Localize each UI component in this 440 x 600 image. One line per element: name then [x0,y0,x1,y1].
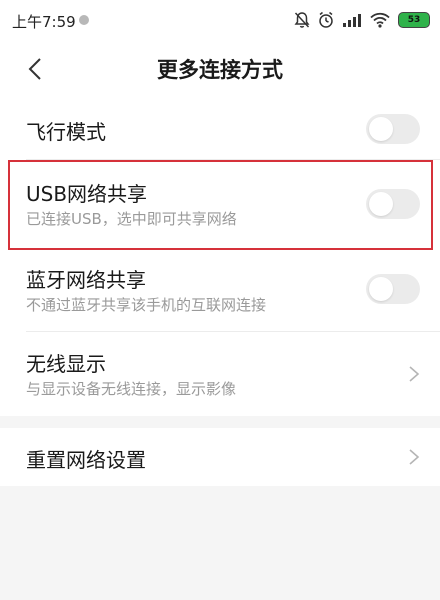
bluetooth-tethering-toggle[interactable] [366,274,420,304]
status-bar: 上午7:59 53 [0,0,440,40]
setting-bluetooth-tethering[interactable]: 蓝牙网络共享 不通过蓝牙共享该手机的互联网连接 [0,248,440,332]
status-icons: 53 [294,8,430,32]
status-time: 上午7:59 [12,13,76,31]
setting-title: 重置网络设置 [26,448,146,472]
toggle-knob [369,117,393,141]
battery-level: 53 [407,15,421,25]
airplane-mode-toggle[interactable] [366,114,420,144]
wifi-icon [370,12,390,28]
setting-airplane-mode[interactable]: 飞行模式 [0,98,440,160]
setting-usb-tethering[interactable]: USB网络共享 已连接USB，选中即可共享网络 [0,160,440,248]
signal-icon [343,14,361,27]
notification-dot-icon [79,15,89,25]
setting-reset-network[interactable]: 重置网络设置 [0,428,440,486]
setting-subtitle: 与显示设备无线连接，显示影像 [26,380,237,398]
chevron-right-icon [409,366,420,382]
header: 更多连接方式 [0,40,440,98]
toggle-knob [369,192,393,216]
setting-title: 无线显示 [26,352,106,376]
usb-tethering-toggle[interactable] [366,189,420,219]
battery-icon: 53 [398,12,430,28]
alarm-icon [319,11,333,28]
setting-subtitle: 不通过蓝牙共享该手机的互联网连接 [26,296,267,314]
setting-title: 飞行模式 [26,120,106,144]
bell-muted-icon [294,12,310,28]
connection-settings-list: 飞行模式 USB网络共享 已连接USB，选中即可共享网络 蓝牙网络共享 不通过蓝… [0,98,440,416]
page-title: 更多连接方式 [157,58,283,82]
setting-title: 蓝牙网络共享 [26,268,146,292]
setting-wireless-display[interactable]: 无线显示 与显示设备无线连接，显示影像 [0,332,440,416]
chevron-right-icon [409,449,420,465]
reset-settings-group: 重置网络设置 [0,428,440,486]
setting-subtitle: 已连接USB，选中即可共享网络 [26,210,237,228]
toggle-knob [369,277,393,301]
setting-title: USB网络共享 [26,182,148,206]
